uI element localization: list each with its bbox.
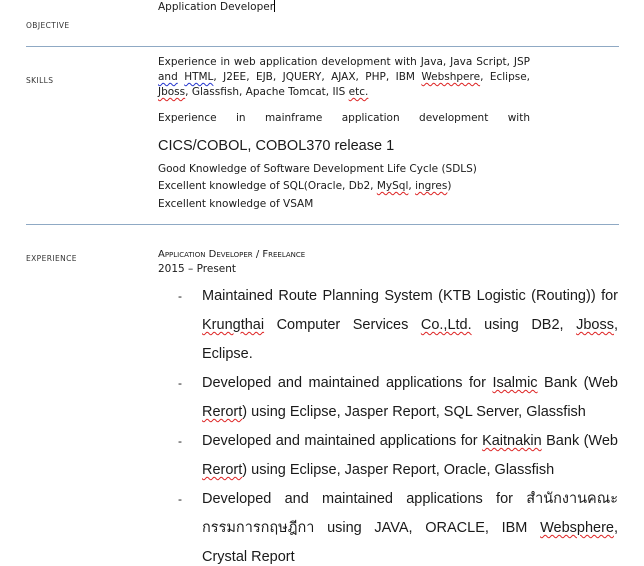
list-item: - Developed and maintained applications f…	[158, 485, 618, 566]
job-dates: 2015 – Present	[158, 263, 237, 275]
text-run: ) using Eclipse, Jasper Report, Oracle, …	[242, 462, 555, 478]
text-run: , J2EE, EJB, JQUERY, AJAX, PHP, IBM	[213, 71, 422, 83]
objective-label: OBJECTIVE	[26, 21, 70, 30]
skills-sdlc: Good Knowledge of Software Development L…	[158, 163, 477, 175]
text-run: Rerort	[202, 462, 243, 478]
text-run: Rerort	[202, 404, 243, 420]
text-run: Computer Services	[264, 317, 421, 333]
text-run: Excellent knowledge of SQL(Oracle, Db2,	[158, 180, 377, 192]
text-run: etc.	[348, 86, 369, 98]
resume-document: Application Developer OBJECTIVE SKILLS E…	[0, 0, 644, 566]
text-run: Experience in web application developmen…	[158, 56, 530, 68]
objective-value: Application Developer	[158, 1, 275, 13]
experience-label: EXPERIENCE	[26, 254, 77, 263]
text-run: Isalmic	[492, 375, 538, 391]
text-run: ingres	[415, 180, 448, 192]
text-run: Jboss	[158, 86, 186, 98]
text-cursor	[274, 0, 276, 12]
experience-bullets: - Maintained Route Planning System (KTB L…	[158, 282, 618, 566]
skills-vsam: Excellent knowledge of VSAM	[158, 198, 314, 210]
text-run: MySql	[376, 180, 409, 192]
bullet-dash: -	[178, 492, 182, 506]
text-run: Bank (Web	[537, 375, 618, 391]
text-run: Kaitnakin	[482, 433, 542, 449]
section-divider	[26, 224, 619, 225]
text-run: Co.,Ltd.	[420, 317, 472, 333]
text-run: CICS/COBOL, COBOL370 release 1	[158, 138, 395, 154]
skills-sql: Excellent knowledge of SQL(Oracle, Db2, …	[158, 180, 451, 192]
text-run: Jboss	[576, 317, 614, 333]
bullet-dash: -	[178, 434, 182, 448]
text-run: using DB2,	[471, 317, 577, 333]
list-item: - Maintained Route Planning System (KTB L…	[158, 282, 618, 369]
text-run: Experience in mainframe application deve…	[158, 112, 530, 124]
bullet-dash: -	[178, 376, 182, 390]
text-run: Bank (Web	[541, 433, 618, 449]
section-divider	[26, 46, 619, 47]
skills-web-paragraph: Experience in web application developmen…	[158, 55, 530, 100]
objective-text[interactable]: Application Developer	[158, 0, 276, 13]
skills-label: SKILLS	[26, 76, 54, 85]
text-run: HTML	[184, 71, 214, 83]
bullet-dash: -	[178, 289, 182, 303]
text-run: Maintained Route Planning System (KTB Lo…	[202, 288, 618, 304]
list-item: - Developed and maintained applications f…	[158, 369, 618, 427]
job-title: Application Developer / Freelance	[158, 249, 306, 260]
text-run: , Eclipse,	[480, 71, 530, 83]
text-run: Developed and maintained applications fo…	[202, 375, 493, 391]
text-run: ) using Eclipse, Jasper Report, SQL Serv…	[242, 404, 586, 420]
skills-mainframe-paragraph: Experience in mainframe application deve…	[158, 104, 530, 161]
list-item: - Developed and maintained applications f…	[158, 427, 618, 485]
text-run: , Glassfish, Apache Tomcat, IIS	[185, 86, 349, 98]
text-run: Developed and maintained applications fo…	[202, 433, 483, 449]
text-run: and	[158, 71, 178, 83]
text-run: )	[447, 180, 452, 192]
text-run: Webshpere	[421, 71, 481, 83]
text-run: Websphere	[540, 520, 614, 536]
text-run: Krungthai	[202, 317, 265, 333]
